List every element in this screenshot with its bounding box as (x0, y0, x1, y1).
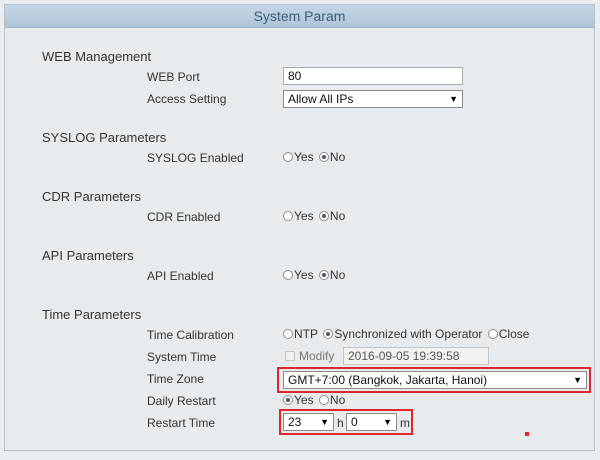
time-zone-label: Time Zone (147, 372, 204, 386)
syslog-yes-label: Yes (294, 150, 314, 164)
modify-label: Modify (299, 349, 335, 363)
restart-hour-select[interactable]: 23 ▼ (283, 413, 334, 431)
access-setting-select[interactable]: Allow All IPs ▼ (283, 90, 463, 108)
system-time-label: System Time (147, 350, 217, 364)
minute-unit: m (400, 416, 410, 430)
dropdown-arrow-icon: ▼ (383, 417, 392, 427)
access-setting-label: Access Setting (147, 92, 227, 106)
syslog-enabled-group: Yes No (283, 150, 347, 164)
daily-restart-yes-label: Yes (294, 393, 314, 407)
web-port-input[interactable]: 80 (283, 67, 463, 85)
api-yes-radio[interactable] (283, 270, 293, 280)
cdr-enabled-label: CDR Enabled (147, 210, 221, 224)
calibration-close-label: Close (498, 327, 530, 341)
modify-group: Modify (285, 349, 334, 363)
panel-title: System Param (5, 5, 594, 28)
syslog-yes-radio[interactable] (283, 152, 293, 162)
calibration-operator-radio[interactable] (323, 329, 334, 339)
restart-time-label: Restart Time (147, 416, 216, 430)
time-section-title: Time Parameters (42, 307, 142, 322)
api-yes-label: Yes (294, 268, 314, 282)
syslog-enabled-label: SYSLOG Enabled (147, 151, 244, 165)
daily-restart-group: Yes No (283, 393, 347, 407)
syslog-no-radio[interactable] (318, 152, 329, 162)
cdr-no-label: No (329, 209, 346, 223)
api-enabled-group: Yes No (283, 268, 347, 282)
system-time-input[interactable]: 2016-09-05 19:39:58 (343, 347, 489, 365)
calibration-ntp-radio[interactable] (283, 329, 293, 339)
daily-restart-no-radio[interactable] (318, 395, 329, 405)
time-zone-value: GMT+7:00 (Bangkok, Jakarta, Hanoi) (288, 373, 488, 387)
web-section-title: WEB Management (42, 49, 152, 64)
calibration-ntp-label: NTP (294, 327, 318, 341)
dropdown-arrow-icon: ▼ (320, 417, 329, 427)
daily-restart-yes-radio[interactable] (283, 395, 293, 405)
api-section-title: API Parameters (42, 248, 134, 263)
time-zone-select[interactable]: GMT+7:00 (Bangkok, Jakarta, Hanoi) ▼ (283, 371, 587, 389)
daily-restart-no-label: No (329, 393, 346, 407)
hour-unit: h (337, 416, 344, 430)
restart-minute-value: 0 (351, 415, 358, 429)
access-setting-value: Allow All IPs (288, 92, 354, 106)
web-port-label: WEB Port (147, 70, 200, 84)
cdr-no-radio[interactable] (318, 211, 329, 221)
red-marker (525, 432, 529, 436)
dropdown-arrow-icon: ▼ (449, 94, 458, 104)
syslog-section-title: SYSLOG Parameters (42, 130, 167, 145)
time-calibration-label: Time Calibration (147, 328, 234, 342)
api-enabled-label: API Enabled (147, 269, 214, 283)
cdr-section-title: CDR Parameters (42, 189, 141, 204)
daily-restart-label: Daily Restart (147, 394, 216, 408)
cdr-yes-label: Yes (294, 209, 314, 223)
syslog-no-label: No (329, 150, 346, 164)
calibration-operator-label: Synchronized with Operator (334, 327, 483, 341)
api-no-radio[interactable] (318, 270, 329, 280)
restart-hour-value: 23 (288, 415, 302, 429)
restart-minute-select[interactable]: 0 ▼ (346, 413, 397, 431)
dropdown-arrow-icon: ▼ (573, 375, 582, 385)
modify-checkbox[interactable] (285, 351, 295, 361)
api-no-label: No (329, 268, 346, 282)
cdr-yes-radio[interactable] (283, 211, 293, 221)
time-calibration-group: NTP Synchronized with Operator Close (283, 327, 531, 341)
system-param-panel: System Param WEB Management WEB Port 80 … (4, 4, 595, 451)
cdr-enabled-group: Yes No (283, 209, 347, 223)
calibration-close-radio[interactable] (487, 329, 498, 339)
